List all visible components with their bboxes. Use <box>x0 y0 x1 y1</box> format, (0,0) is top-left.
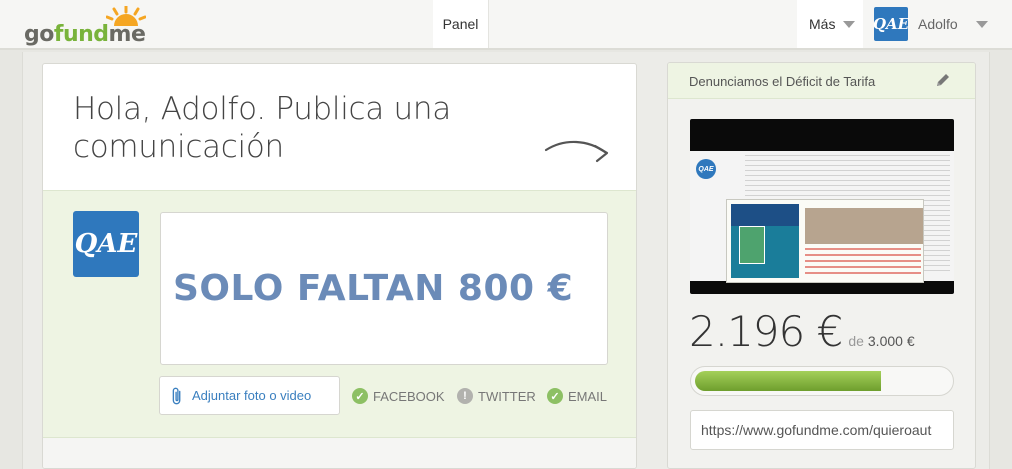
progress-fill <box>695 371 881 391</box>
user-menu[interactable]: QAE Adolfo <box>864 0 1012 48</box>
logo-wordmark: gofundme <box>24 22 146 47</box>
post-update-card: Hola, Adolfo. Publica una comunicación Q… <box>42 63 637 469</box>
nav-more-label: Más <box>809 16 836 32</box>
page-title: Hola, Adolfo. Publica una comunicación <box>73 91 451 165</box>
compose-area: QAE SOLO FALTAN 800 € Adjuntar foto o vi… <box>43 190 636 438</box>
nav-more-dropdown[interactable]: Más <box>797 0 863 48</box>
gofundme-logo[interactable]: gofundme <box>24 6 154 47</box>
campaign-title-bar: Denunciamos el Déficit de Tarifa <box>668 63 975 99</box>
attach-label: Adjuntar foto o video <box>192 388 312 403</box>
chevron-down-icon <box>975 20 988 28</box>
promo-graphic <box>726 199 924 283</box>
share-email-label: EMAIL <box>568 388 608 404</box>
nav-item-panel[interactable]: Panel <box>433 0 488 48</box>
video-thumbnail: QAE <box>690 151 954 283</box>
progress-bar <box>690 366 954 396</box>
user-name: Adolfo <box>918 16 958 32</box>
photo-strip <box>805 208 923 244</box>
video-logo: QAE <box>696 159 716 179</box>
check-circle-icon: ✓ <box>547 388 563 404</box>
campaign-title: Denunciamos el Déficit de Tarifa <box>689 74 876 89</box>
nav-divider <box>488 0 489 48</box>
pencil-icon[interactable] <box>935 72 951 88</box>
raised-value: 2.196 € <box>689 307 843 356</box>
promo-text-block <box>805 248 921 278</box>
share-facebook-toggle[interactable]: ✓ FACEBOOK <box>352 388 445 404</box>
goal-value: 3.000 € <box>867 333 915 349</box>
curved-arrow-icon <box>544 140 609 163</box>
update-text: SOLO FALTAN 800 € <box>173 268 574 309</box>
paperclip-icon <box>172 387 181 404</box>
avatar: QAE <box>873 7 909 41</box>
nav-panel-label: Panel <box>442 16 479 32</box>
top-navigation-bar: gofundme Panel Más QAE Adolfo <box>0 0 1012 50</box>
check-circle-icon: ✓ <box>352 388 368 404</box>
share-facebook-label: FACEBOOK <box>373 388 445 404</box>
amount-raised: 2.196 € de 3.000 € <box>689 307 915 356</box>
book-image <box>739 226 765 264</box>
of-label: de <box>848 333 864 349</box>
update-textarea[interactable]: SOLO FALTAN 800 € <box>160 212 608 365</box>
share-twitter-toggle[interactable]: ! TWITTER <box>457 388 536 404</box>
exclamation-circle-icon: ! <box>457 388 473 404</box>
attach-media-button[interactable]: Adjuntar foto o video <box>159 376 340 415</box>
share-email-toggle[interactable]: ✓ EMAIL <box>547 388 607 404</box>
avatar: QAE <box>73 211 139 277</box>
campaign-url-field[interactable]: https://www.gofundme.com/quieroaut <box>690 410 954 450</box>
campaign-video[interactable]: QAE <box>690 119 954 294</box>
campaign-url: https://www.gofundme.com/quieroaut <box>701 422 932 438</box>
share-twitter-label: TWITTER <box>478 388 536 404</box>
card-footer <box>43 438 636 468</box>
chevron-down-icon <box>843 20 856 28</box>
campaign-summary-card: Denunciamos el Déficit de Tarifa QAE 2.1… <box>667 62 976 469</box>
